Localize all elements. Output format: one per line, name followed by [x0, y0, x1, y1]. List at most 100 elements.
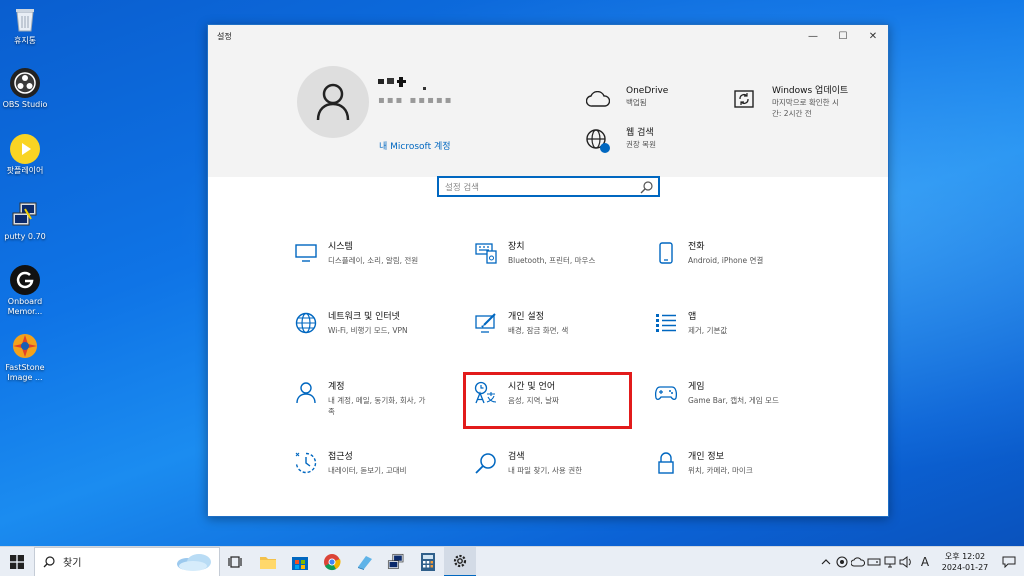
category-system[interactable]: 시스템 디스플레이, 소리, 알림, 전원 [294, 241, 418, 266]
minimize-button[interactable]: — [798, 25, 828, 47]
system-tray: A 오후 12:02 2024-01-27 [818, 547, 1024, 576]
taskbar-calculator[interactable] [412, 547, 444, 576]
search-icon [43, 555, 55, 567]
taskbar-search-box[interactable]: 찾기 [34, 546, 220, 576]
close-button[interactable]: ✕ [858, 25, 888, 47]
avatar[interactable] [297, 66, 369, 138]
category-gaming[interactable]: 게임 Game Bar, 캡처, 게임 모드 [654, 381, 779, 406]
privacy-title: 개인 정보 [688, 452, 724, 462]
clock-date: 2024-01-27 [941, 563, 989, 572]
account-name: ▪▪▪ ▪▪▪▪▪ [378, 95, 454, 106]
putty-icon [387, 553, 404, 569]
recycle-bin-icon [10, 4, 40, 34]
settings-header: ▪▪▪ ▪▪▪▪▪ 내 Microsoft 계정 OneDrive 백업됨 웹 … [208, 47, 888, 177]
gaming-title: 게임 [688, 382, 705, 392]
cloud-highlight-icon [177, 553, 211, 571]
category-ease-of-access[interactable]: 접근성 내레이터, 돋보기, 고대비 [294, 451, 407, 476]
gamepad-icon [654, 381, 678, 405]
taskbar-store[interactable] [284, 547, 316, 576]
taskbar-file-explorer[interactable] [252, 547, 284, 576]
globe-icon [584, 127, 612, 155]
devices-title: 장치 [508, 242, 525, 252]
desktop-icon-obs[interactable]: OBS Studio [2, 68, 48, 110]
notification-icon[interactable] [994, 547, 1024, 576]
paint-brush-icon [474, 311, 498, 335]
ease-of-access-icon [294, 451, 318, 475]
eraser-app-icon [358, 555, 372, 570]
store-icon [292, 556, 308, 570]
system-subtitle: 디스플레이, 소리, 알림, 전원 [328, 256, 419, 265]
devices-subtitle: Bluetooth, 프린터, 마우스 [508, 256, 596, 265]
accounts-title: 계정 [328, 382, 345, 392]
system-title: 시스템 [328, 242, 353, 252]
person-icon [294, 381, 318, 405]
cloud-icon [584, 85, 612, 113]
drive-icon[interactable] [866, 547, 882, 576]
globe-icon [294, 311, 318, 335]
calculator-icon [421, 552, 435, 571]
title-bar[interactable]: 설정 — ☐ ✕ [208, 25, 888, 47]
volume-icon[interactable] [898, 547, 914, 576]
search-input[interactable]: 설정 검색 [445, 181, 640, 193]
desktop-icon-onboard-memory[interactable]: Onboard Memor... [2, 265, 48, 317]
desktop-icon-potplayer[interactable]: 팟플레이어 [2, 134, 48, 176]
accounts-subtitle-1: 내 계정, 메일, 동기화, 회사, 가 [328, 396, 426, 405]
windows-update-subtitle-1: 마지막으로 확인한 시 [772, 98, 839, 107]
highlight-box [463, 372, 632, 429]
web-search-title: 웹 검색 [626, 128, 654, 138]
category-network[interactable]: 네트워크 및 인터넷 Wi-Fi, 비행기 모드, VPN [294, 311, 408, 336]
ime-indicator[interactable]: A [914, 547, 936, 576]
desktop-icon-putty[interactable]: putty 0.70 [2, 200, 48, 242]
search-category-title: 검색 [508, 452, 525, 462]
start-button[interactable] [0, 547, 34, 576]
category-apps[interactable]: 앱 제거, 기본값 [654, 311, 727, 336]
taskbar-chrome[interactable] [316, 547, 348, 576]
windows-update-item[interactable]: Windows 업데이트 마지막으로 확인한 시 간: 2시간 전 [730, 85, 848, 119]
taskbar-app-eraser[interactable] [348, 547, 380, 576]
network-subtitle: Wi-Fi, 비행기 모드, VPN [328, 326, 408, 335]
onedrive-item[interactable]: OneDrive 백업됨 [584, 85, 668, 113]
clock[interactable]: 오후 12:02 2024-01-27 [936, 551, 994, 573]
category-personalization[interactable]: 개인 설정 배경, 잠금 화면, 색 [474, 311, 568, 336]
phone-subtitle: Android, iPhone 연결 [688, 256, 764, 265]
microsoft-account-link[interactable]: 내 Microsoft 계정 [379, 139, 451, 152]
onedrive-cloud-icon[interactable] [850, 547, 866, 576]
onedrive-subtitle: 백업됨 [626, 98, 647, 107]
redacted-name-icon [378, 77, 426, 90]
clock-time: 오후 12:02 [944, 552, 986, 561]
user-icon [316, 83, 350, 121]
settings-search-box[interactable]: 설정 검색 [437, 176, 660, 197]
taskbar-putty[interactable] [380, 547, 412, 576]
network-icon[interactable] [882, 547, 898, 576]
category-search[interactable]: 검색 내 파일 찾기, 사용 권한 [474, 451, 582, 476]
gear-icon [453, 554, 467, 567]
gaming-subtitle: Game Bar, 캡처, 게임 모드 [688, 396, 779, 405]
personalization-subtitle: 배경, 잠금 화면, 색 [508, 326, 569, 335]
task-view-button[interactable] [220, 547, 252, 576]
tray-app-icon[interactable] [834, 547, 850, 576]
category-devices[interactable]: 장치 Bluetooth, 프린터, 마우스 [474, 241, 595, 266]
taskbar-search-input[interactable]: 찾기 [63, 554, 173, 569]
category-privacy[interactable]: 개인 정보 위치, 카메라, 마이크 [654, 451, 753, 476]
maximize-button[interactable]: ☐ [828, 25, 858, 47]
monitor-icon [294, 241, 318, 265]
category-phone[interactable]: 전화 Android, iPhone 연결 [654, 241, 763, 266]
ease-of-access-subtitle: 내레이터, 돋보기, 고대비 [328, 466, 407, 475]
search-category-subtitle: 내 파일 찾기, 사용 권한 [508, 466, 583, 475]
category-accounts[interactable]: 계정 내 계정, 메일, 동기화, 회사, 가 족 [294, 381, 425, 417]
privacy-subtitle: 위치, 카메라, 마이크 [688, 466, 753, 475]
desktop-icon-label: FastStone Image ... [5, 363, 45, 382]
desktop-icon-label: 휴지통 [13, 36, 37, 45]
chevron-up-icon[interactable] [818, 547, 834, 576]
logitech-g-icon [10, 265, 40, 295]
desktop-icon-faststone[interactable]: FastStone Image ... [2, 331, 48, 383]
chrome-icon [324, 553, 341, 570]
putty-icon [10, 200, 40, 230]
taskbar-settings[interactable] [444, 546, 476, 576]
apps-subtitle: 제거, 기본값 [688, 326, 728, 335]
windows-logo-icon [10, 554, 24, 569]
web-search-item[interactable]: 웹 검색 권장 복원 [584, 127, 656, 155]
lock-icon [654, 451, 678, 475]
desktop-icon-recycle-bin[interactable]: 휴지통 [2, 4, 48, 46]
network-title: 네트워크 및 인터넷 [328, 312, 400, 322]
